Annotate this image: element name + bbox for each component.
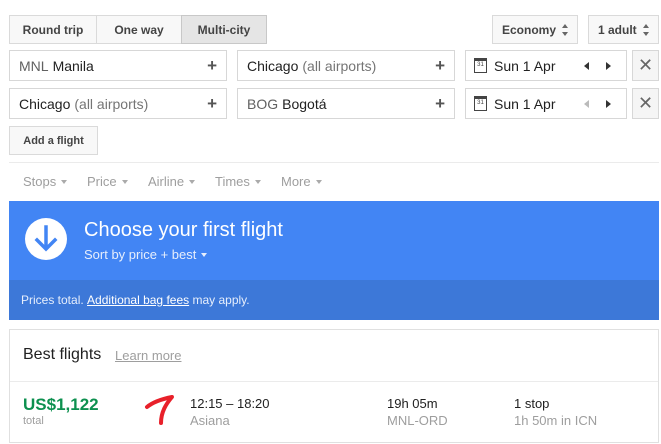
note-suffix: may apply. — [192, 293, 250, 307]
next-date-icon[interactable] — [606, 62, 611, 70]
city-name: Chicago — [19, 95, 71, 112]
price-note: total — [23, 415, 44, 427]
plus-icon[interactable]: + — [207, 56, 217, 76]
city-name: Bogotá — [282, 95, 327, 112]
sort-dropdown[interactable]: Sort by price + best — [84, 247, 208, 262]
airport-code: MNL — [19, 57, 49, 74]
next-date-icon[interactable] — [606, 100, 611, 108]
note-prefix: Prices total. — [21, 293, 84, 307]
filter-price[interactable]: Price — [87, 174, 128, 189]
close-icon: ✕ — [637, 93, 654, 113]
add-flight-button[interactable]: Add a flight — [9, 126, 98, 155]
caret-down-icon — [61, 180, 68, 184]
filter-stops[interactable]: Stops — [23, 174, 68, 189]
leg1-origin-field[interactable]: MNL Manila + — [9, 50, 227, 81]
up-down-arrows-icon — [562, 24, 568, 36]
leg2-date-field[interactable]: 31 Sun 1 Apr — [465, 88, 627, 119]
calendar-icon: 31 — [474, 58, 487, 73]
filter-label: Airline — [148, 174, 185, 189]
divider — [9, 162, 659, 163]
filter-airline[interactable]: Airline — [148, 174, 196, 189]
plus-icon[interactable]: + — [435, 56, 445, 76]
caret-down-icon — [315, 180, 322, 184]
airport-qualifier: (all airports) — [74, 95, 149, 112]
sort-label: Sort by price + best — [84, 247, 197, 262]
calendar-icon: 31 — [474, 96, 487, 111]
filter-label: Times — [215, 174, 250, 189]
caret-down-icon — [201, 253, 208, 257]
remove-leg2-button[interactable]: ✕ — [632, 88, 659, 119]
leg1-date-field[interactable]: 31 Sun 1 Apr — [465, 50, 627, 81]
leg2-destination-field[interactable]: BOG Bogotá + — [237, 88, 455, 119]
choose-flight-banner: Choose your first flight Sort by price +… — [9, 201, 659, 280]
cabin-class-value: Economy — [502, 22, 557, 37]
cabin-class-select[interactable]: Economy — [492, 15, 578, 44]
date-value: Sun 1 Apr — [494, 57, 556, 74]
red-annotation-mark — [145, 395, 174, 425]
airport-qualifier: (all airports) — [302, 57, 377, 74]
filter-more[interactable]: More — [281, 174, 322, 189]
filter-times[interactable]: Times — [215, 174, 261, 189]
flight-price: US$1,122 — [23, 395, 99, 414]
learn-more-link[interactable]: Learn more — [115, 348, 181, 363]
bag-fees-link[interactable]: Additional bag fees — [87, 293, 189, 307]
filter-label: More — [281, 174, 311, 189]
trip-type-round-trip[interactable]: Round trip — [9, 15, 97, 44]
passengers-select[interactable]: 1 adult — [588, 15, 659, 44]
prev-date-icon — [584, 100, 589, 108]
flight-route: MNL-ORD — [387, 413, 448, 428]
leg1-destination-field[interactable]: Chicago (all airports) + — [237, 50, 455, 81]
airport-code: BOG — [247, 95, 279, 112]
date-value: Sun 1 Apr — [494, 95, 556, 112]
caret-down-icon — [254, 180, 261, 184]
banner-title: Choose your first flight — [84, 219, 283, 241]
plus-icon[interactable]: + — [207, 94, 217, 114]
prev-date-icon[interactable] — [584, 62, 589, 70]
arrow-down-circle-icon — [25, 218, 67, 260]
flight-duration: 19h 05m — [387, 396, 438, 411]
flight-stops: 1 stop — [514, 396, 550, 411]
trip-type-one-way[interactable]: One way — [96, 15, 182, 44]
airline-name: Asiana — [190, 413, 230, 428]
flight-layover: 1h 50m in ICN — [514, 413, 598, 428]
passengers-value: 1 adult — [598, 22, 637, 37]
caret-down-icon — [121, 180, 128, 184]
flight-row[interactable]: US$1,122 total 12:15 – 18:20 Asiana 19h … — [10, 382, 658, 444]
best-flights-card: Best flights Learn more US$1,122 total 1… — [9, 329, 659, 443]
leg2-origin-field[interactable]: Chicago (all airports) + — [9, 88, 227, 119]
filter-label: Price — [87, 174, 117, 189]
section-title: Best flights — [23, 346, 102, 363]
trip-type-multi-city[interactable]: Multi-city — [181, 15, 267, 44]
city-name: Chicago — [247, 57, 299, 74]
plus-icon[interactable]: + — [435, 94, 445, 114]
price-note: Prices total. Additional bag fees may ap… — [9, 280, 659, 320]
flight-times: 12:15 – 18:20 — [190, 396, 270, 411]
city-name: Manila — [52, 57, 94, 74]
caret-down-icon — [189, 180, 196, 184]
up-down-arrows-icon — [643, 24, 649, 36]
close-icon: ✕ — [637, 55, 654, 75]
filter-label: Stops — [23, 174, 57, 189]
remove-leg1-button[interactable]: ✕ — [632, 50, 659, 81]
